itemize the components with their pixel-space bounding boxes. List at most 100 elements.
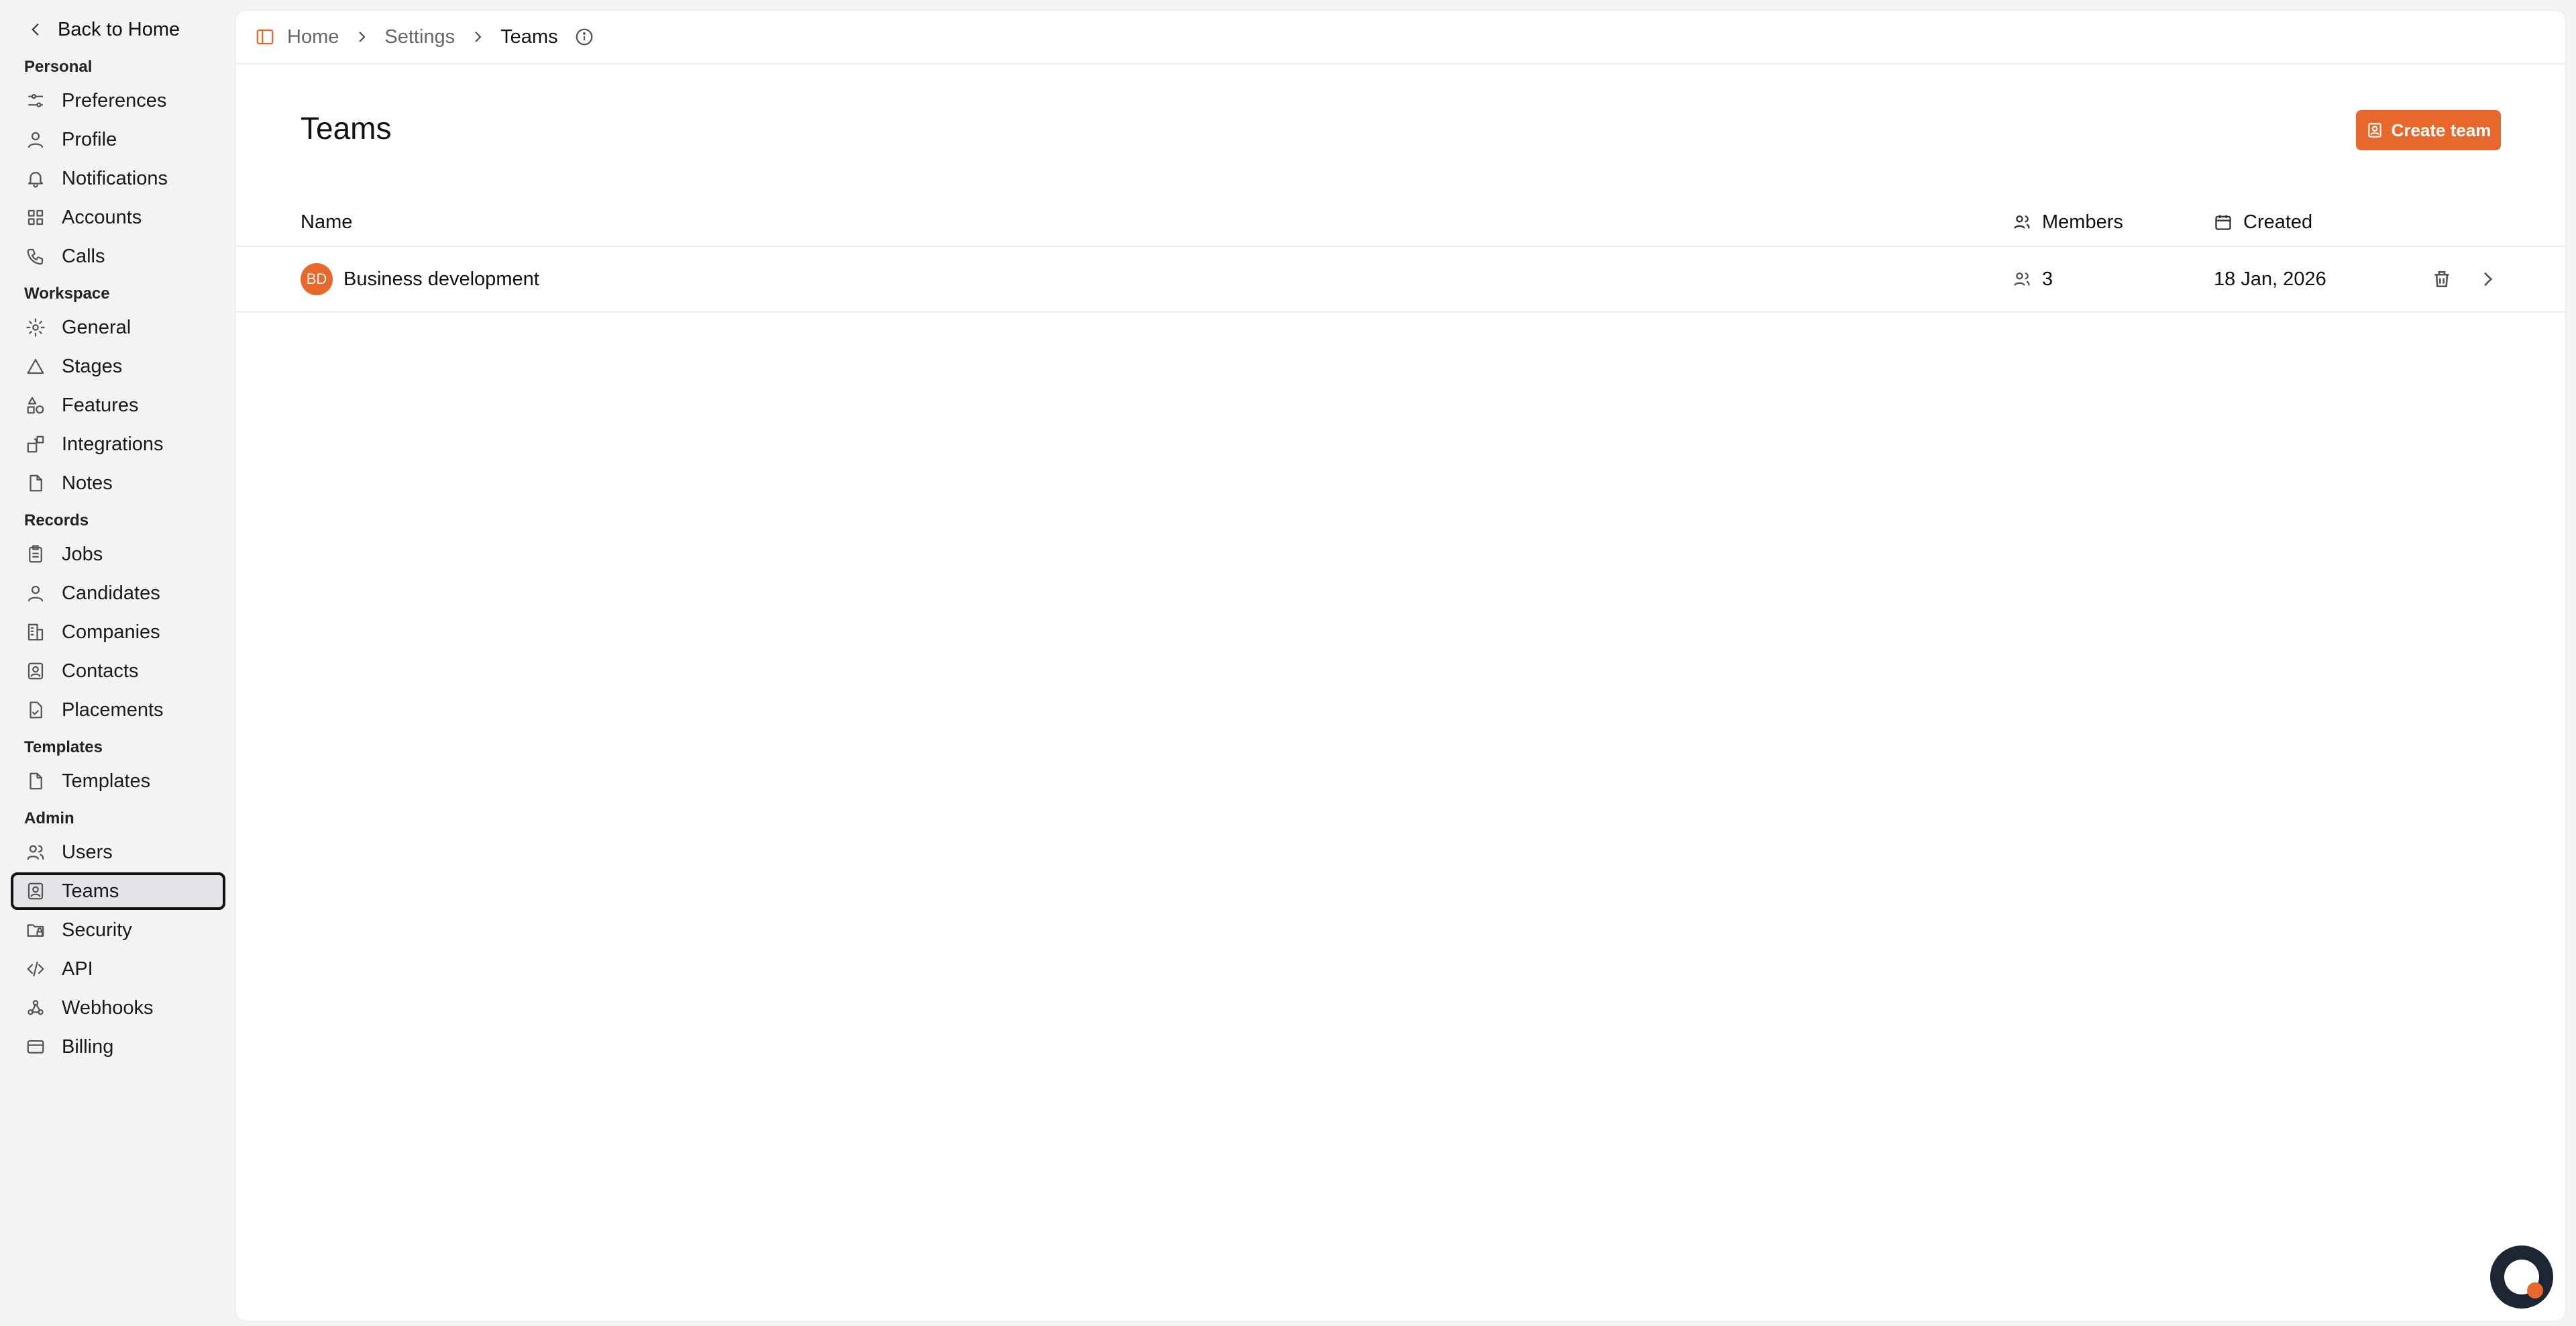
users-icon [2014, 215, 2030, 229]
sidebar-item-label: Users [62, 841, 113, 863]
header-created: Created [2214, 211, 2312, 234]
header-created-label: Created [2243, 211, 2313, 233]
chat-icon [2504, 1260, 2543, 1298]
sidebar-item-label: Placements [62, 699, 164, 721]
table-row[interactable]: BD Business development 3 18 Jan, 2026 [236, 247, 2565, 313]
contact-icon [25, 881, 46, 901]
sidebar-item-teams[interactable]: Teams [11, 872, 225, 910]
sidebar-item-label: Notifications [62, 167, 168, 189]
credit-card-icon [25, 1037, 46, 1057]
open-team-button[interactable] [2474, 266, 2501, 293]
sidebar-item-label: Contacts [62, 660, 139, 682]
chat-notification-dot [2527, 1282, 2543, 1298]
chevron-left-icon [32, 23, 39, 36]
sidebar-item-label: Profile [62, 128, 117, 150]
header-members: Members [2012, 211, 2123, 234]
create-team-label: Create team [2391, 119, 2491, 140]
trash-icon [2434, 271, 2449, 287]
breadcrumb: Home Settings Teams [236, 11, 2565, 64]
sidebar-item-label: Features [62, 394, 139, 416]
sidebar-item-calls[interactable]: Calls [11, 238, 225, 275]
sidebar-item-label: Candidates [62, 582, 160, 604]
contact-icon [25, 661, 46, 681]
users-icon [25, 842, 46, 862]
user-icon [25, 130, 46, 150]
sidebar-item-notifications[interactable]: Notifications [11, 160, 225, 197]
sidebar-item-contacts[interactable]: Contacts [11, 652, 225, 690]
info-icon[interactable] [574, 27, 594, 47]
sidebar-item-label: Security [62, 919, 132, 941]
row-members-cell: 3 [2012, 268, 2053, 291]
delete-team-button[interactable] [2428, 266, 2455, 293]
back-label: Back to Home [58, 18, 180, 40]
folder-lock-icon [25, 920, 46, 940]
blocks-icon [25, 434, 46, 454]
sidebar-nav: Personal Preferences Profile Notifications A… [11, 54, 225, 1066]
sidebar-item-users[interactable]: Users [11, 833, 225, 871]
sidebar-toggle-icon[interactable] [255, 27, 275, 47]
sidebar-item-security[interactable]: Security [11, 911, 225, 949]
settings-sidebar: Back to Home Personal Preferences Profile N… [0, 0, 236, 1326]
sidebar-item-label: API [62, 958, 93, 980]
sidebar-item-general[interactable]: General [11, 309, 225, 346]
sidebar-item-integrations[interactable]: Integrations [11, 425, 225, 463]
table-header: Name Members Created [236, 199, 2565, 247]
sidebar-item-label: General [62, 316, 131, 338]
breadcrumb-settings[interactable]: Settings [384, 26, 455, 48]
sidebar-item-label: Companies [62, 621, 160, 643]
team-avatar: BD [301, 263, 333, 295]
chat-widget-button[interactable] [2490, 1245, 2553, 1309]
sidebar-item-label: Calls [62, 245, 105, 267]
sidebar-item-companies[interactable]: Companies [11, 613, 225, 651]
page-title: Teams [301, 111, 392, 146]
sidebar-item-label: Integrations [62, 433, 164, 455]
sidebar-item-webhooks[interactable]: Webhooks [11, 989, 225, 1027]
sidebar-item-placements[interactable]: Placements [11, 691, 225, 729]
sidebar-item-label: Billing [62, 1035, 114, 1058]
sidebar-item-billing[interactable]: Billing [11, 1028, 225, 1066]
row-actions [2428, 266, 2520, 293]
sidebar-section-title: Personal [24, 58, 93, 76]
header-name-label: Name [301, 211, 353, 233]
users-icon [2014, 272, 2030, 286]
sidebar-item-accounts[interactable]: Accounts [11, 199, 225, 236]
sidebar-item-profile[interactable]: Profile [11, 121, 225, 158]
sidebar-item-label: Stages [62, 355, 123, 377]
sidebar-item-stages[interactable]: Stages [11, 348, 225, 385]
member-count: 3 [2042, 268, 2053, 290]
file-icon [25, 771, 46, 791]
building-icon [25, 622, 46, 642]
app-root: Back to Home Personal Preferences Profile N… [0, 0, 2576, 1326]
back-to-home-link[interactable]: Back to Home [11, 11, 225, 48]
sidebar-item-jobs[interactable]: Jobs [11, 536, 225, 573]
breadcrumb-home[interactable]: Home [287, 26, 339, 48]
sidebar-item-label: Notes [62, 472, 113, 494]
row-created-cell: 18 Jan, 2026 [2214, 268, 2326, 291]
sidebar-item-candidates[interactable]: Candidates [11, 574, 225, 612]
sidebar-item-templates[interactable]: Templates [11, 762, 225, 800]
row-name-cell: BD Business development [301, 263, 539, 295]
sidebar-item-label: Preferences [62, 89, 167, 111]
shapes-icon [25, 395, 46, 415]
header-name: Name [301, 211, 352, 234]
create-team-button[interactable]: Create team [2356, 110, 2501, 150]
sidebar-item-preferences[interactable]: Preferences [11, 82, 225, 119]
chevron-right-icon [2484, 272, 2493, 287]
sidebar-item-notes[interactable]: Notes [11, 464, 225, 502]
teams-table: Name Members Created BD Business develop… [236, 199, 2565, 313]
chevron-right-icon [475, 32, 482, 42]
sidebar-item-label: Teams [62, 880, 119, 902]
gear-icon [25, 317, 46, 338]
sidebar-item-label: Templates [62, 770, 151, 792]
header-members-label: Members [2042, 211, 2123, 233]
sidebar-item-features[interactable]: Features [11, 387, 225, 424]
breadcrumb-current: Teams [500, 26, 558, 48]
sidebar-item-api[interactable]: API [11, 950, 225, 988]
chevron-right-icon [359, 32, 366, 42]
triangle-icon [25, 356, 46, 376]
created-date: 18 Jan, 2026 [2214, 268, 2326, 290]
phone-icon [25, 246, 46, 266]
sidebar-item-label: Accounts [62, 206, 142, 228]
sidebar-item-label: Webhooks [62, 997, 154, 1019]
user-icon [25, 583, 46, 603]
